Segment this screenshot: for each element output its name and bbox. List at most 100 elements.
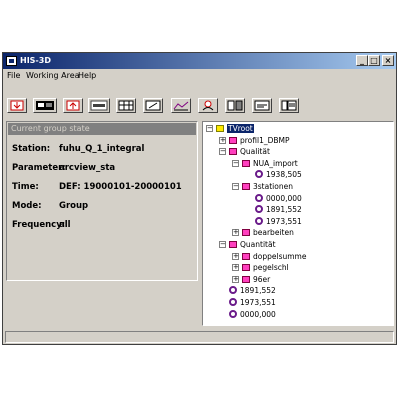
tree-node-label: pegelschl: [253, 263, 289, 273]
tree-node[interactable]: − NUA_import: [232, 159, 393, 169]
tree-node-label: bearbeiten: [253, 228, 294, 238]
data-series-icon: [255, 205, 263, 214]
view2-button[interactable]: [252, 98, 272, 113]
tree-node[interactable]: − Quantität: [219, 240, 393, 250]
data-series-icon: [229, 309, 237, 318]
menu-file[interactable]: File: [7, 71, 20, 80]
status-bar: [5, 331, 394, 343]
data-series-icon: [229, 298, 237, 306]
folder-icon: [229, 148, 237, 156]
main-window: HIS-3D _ □ × File Working Area Help Curr…: [2, 52, 397, 345]
graph-button[interactable]: [171, 98, 191, 113]
menu-bar: File Working Area Help: [3, 69, 396, 83]
collapse-icon[interactable]: −: [206, 125, 213, 132]
tree-node[interactable]: − Qualität: [219, 147, 393, 157]
tree-node[interactable]: + pegelschl: [232, 263, 393, 273]
grid-button[interactable]: [116, 98, 136, 113]
folder-icon: [216, 125, 224, 132]
view1-button[interactable]: [225, 98, 245, 113]
tree-node-label: TVroot: [227, 124, 254, 133]
tree-node[interactable]: 0000,000: [245, 193, 393, 204]
text-icon: [90, 100, 108, 111]
data-series-icon: [255, 216, 263, 225]
close-button[interactable]: ×: [382, 55, 394, 66]
collapse-icon[interactable]: −: [219, 148, 226, 156]
title-bar[interactable]: HIS-3D _ □ ×: [3, 53, 396, 69]
tree-node-label: 1973,551: [266, 216, 302, 226]
folder-icon: [242, 183, 250, 190]
import-button[interactable]: [7, 98, 27, 113]
grid-icon: [118, 100, 134, 111]
tree-node[interactable]: 0000,000: [219, 309, 393, 320]
frequency-label: Frequency:: [12, 220, 66, 230]
minimize-button[interactable]: _: [356, 55, 368, 66]
menu-help[interactable]: Help: [78, 71, 96, 80]
tree-node[interactable]: + profil1_DBMP: [219, 136, 393, 146]
tree-node-label: 3stationen: [253, 182, 293, 191]
folder-icon: [242, 275, 250, 283]
mode-label: Mode:: [12, 201, 42, 211]
tree-node[interactable]: + bearbeiten: [232, 228, 393, 238]
person-icon: [202, 100, 214, 111]
tree-node[interactable]: 1938,505: [245, 170, 393, 180]
station-value: fuhu_Q_1_integral: [59, 144, 145, 154]
tree-node-label: 1938,505: [266, 170, 302, 180]
export-icon: [66, 100, 80, 111]
tree-node-label: NUA_import: [253, 158, 298, 168]
expand-icon[interactable]: +: [232, 252, 239, 260]
tree-node[interactable]: − TVroot: [206, 124, 393, 134]
edit-icon: [145, 100, 161, 111]
expand-icon[interactable]: +: [219, 136, 226, 144]
data-series-icon: [255, 193, 263, 202]
tree-node-label: Qualität: [240, 147, 270, 157]
menu-working-area[interactable]: Working Area: [26, 71, 80, 80]
maximize-button[interactable]: □: [368, 55, 380, 66]
tree-node[interactable]: 1973,551: [219, 298, 393, 308]
tree-view[interactable]: − TVroot + profil1_DBMP − Qualität − NUA_import…: [202, 121, 394, 326]
graph-icon: [173, 101, 189, 111]
edit-button[interactable]: [143, 98, 163, 113]
parameter-label: Parameter:: [12, 163, 66, 173]
tree-node-label: 0000,000: [266, 193, 302, 203]
frequency-value: all: [59, 220, 71, 230]
view2-icon: [254, 100, 270, 111]
expand-icon[interactable]: +: [232, 275, 239, 283]
time-label: Time:: [12, 182, 39, 192]
export-button[interactable]: [63, 98, 83, 113]
tree-node[interactable]: +96er: [232, 275, 393, 285]
mode-value: Group: [59, 201, 89, 211]
collapse-icon[interactable]: −: [232, 183, 239, 190]
monitor-button[interactable]: [33, 98, 57, 113]
tree-node-label: 1891,552: [266, 205, 302, 215]
time-value: DEF: 19000101-20000101: [59, 182, 182, 192]
tree-node-label: 1973,551: [240, 298, 276, 307]
group-state-title: Current group state: [11, 124, 90, 133]
person-button[interactable]: [198, 98, 218, 113]
tree-node-label: 96er: [253, 274, 271, 284]
window-title: HIS-3D: [20, 56, 51, 65]
group-state-panel: Current group state Station: fuhu_Q_1_in…: [6, 121, 198, 281]
parameter-value: arcview_sta: [59, 163, 116, 173]
tree-node[interactable]: + doppelsumme: [232, 252, 393, 262]
tree-node-label: 0000,000: [240, 309, 276, 319]
station-label: Station:: [12, 144, 51, 154]
import-icon: [10, 100, 24, 111]
text-button[interactable]: [88, 98, 110, 113]
tree-node-label: 1891,552: [240, 286, 276, 296]
folder-icon: [242, 229, 250, 237]
view3-button[interactable]: [279, 98, 299, 113]
folder-icon: [242, 252, 250, 260]
expand-icon[interactable]: +: [232, 229, 239, 237]
tree-node[interactable]: 1891,552: [219, 286, 393, 296]
tree-node[interactable]: − 3stationen: [232, 182, 393, 192]
app-icon: [6, 56, 17, 66]
view3-icon: [281, 100, 297, 111]
collapse-icon[interactable]: −: [219, 241, 226, 248]
tree-node[interactable]: 1891,552: [245, 205, 393, 215]
collapse-icon[interactable]: −: [232, 159, 239, 167]
tree-node[interactable]: 1973,551: [245, 216, 393, 227]
tree-node-label: doppelsumme: [253, 251, 307, 261]
tree-node-label: Quantität: [240, 240, 276, 249]
folder-icon: [229, 241, 237, 248]
expand-icon[interactable]: +: [232, 264, 239, 272]
